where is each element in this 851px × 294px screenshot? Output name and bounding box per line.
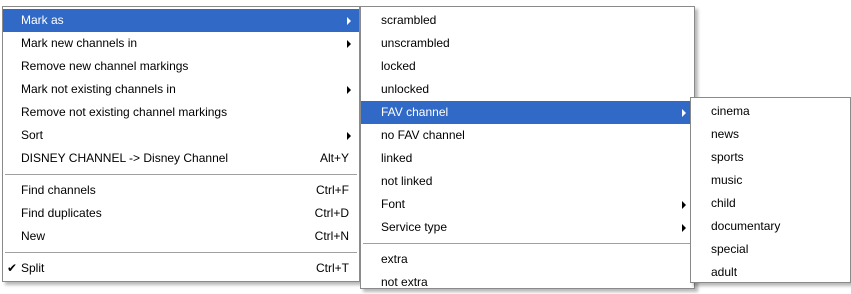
menu-separator <box>5 252 357 253</box>
menu-item-shortcut: Alt+Y <box>319 151 349 165</box>
menu-item-mark-new-channels-in[interactable]: Mark new channels in <box>3 32 359 55</box>
menu-item-not-linked[interactable]: not linked <box>361 170 694 193</box>
submenu-arrow-icon <box>682 109 686 117</box>
menu-item-remove-new-channel-markings[interactable]: Remove new channel markings <box>3 55 359 78</box>
menu-item-no-fav-channel[interactable]: no FAV channel <box>361 124 694 147</box>
menu-item-unlocked[interactable]: unlocked <box>361 78 694 101</box>
menu-item-fav-channel[interactable]: FAV channel <box>361 101 694 124</box>
submenu-arrow-icon <box>682 201 686 209</box>
menu-item-fav-child[interactable]: child <box>691 192 850 215</box>
menu-item-label: Sort <box>21 128 44 142</box>
menu-item-label: New <box>21 229 46 243</box>
menu-item-remove-not-existing-channel-markings[interactable]: Remove not existing channel markings <box>3 101 359 124</box>
menu-item-fav-special[interactable]: special <box>691 238 850 261</box>
menu-item-label: music <box>711 173 743 187</box>
menu-item-label: adult <box>711 265 738 279</box>
menu-item-not-extra[interactable]: not extra <box>361 271 694 294</box>
menu-item-label: no FAV channel <box>381 128 465 142</box>
submenu-arrow-icon <box>347 17 351 25</box>
menu-item-locked[interactable]: locked <box>361 55 694 78</box>
menu-item-label: extra <box>381 252 408 266</box>
menu-item-mark-as[interactable]: Mark as <box>3 9 359 32</box>
menu-item-mark-not-existing-channels-in[interactable]: Mark not existing channels in <box>3 78 359 101</box>
menu-item-unscrambled[interactable]: unscrambled <box>361 32 694 55</box>
menu-item-extra[interactable]: extra <box>361 248 694 271</box>
menu-item-find-channels[interactable]: Find channels Ctrl+F <box>3 179 359 202</box>
menu-item-label: Remove not existing channel markings <box>21 105 228 119</box>
menu-item-fav-cinema[interactable]: cinema <box>691 100 850 123</box>
menu-item-label: documentary <box>711 219 781 233</box>
menu-item-shortcut: Ctrl+N <box>314 229 349 243</box>
menu-item-label: Mark new channels in <box>21 36 138 50</box>
menu-item-label: Service type <box>381 220 448 234</box>
menu-separator <box>363 243 692 244</box>
menu-item-label: not extra <box>381 275 428 289</box>
menu-item-label: FAV channel <box>381 105 449 119</box>
menu-item-label: scrambled <box>381 13 437 27</box>
menu-item-label: unscrambled <box>381 36 450 50</box>
menu-item-label: Mark as <box>21 13 64 27</box>
menu-item-label: unlocked <box>381 82 430 96</box>
menu-separator <box>5 174 357 175</box>
menu-item-label: Split <box>21 261 45 275</box>
submenu-mark-as: scrambled unscrambled locked unlocked FA… <box>360 6 695 289</box>
submenu-arrow-icon <box>682 224 686 232</box>
menu-item-fav-documentary[interactable]: documentary <box>691 215 850 238</box>
menu-item-shortcut: Ctrl+T <box>316 261 349 275</box>
menu-item-find-duplicates[interactable]: Find duplicates Ctrl+D <box>3 202 359 225</box>
menu-item-label: Remove new channel markings <box>21 59 189 73</box>
menu-item-label: DISNEY CHANNEL -> Disney Channel <box>21 151 229 165</box>
menu-item-label: Find channels <box>21 183 96 197</box>
menu-item-label: not linked <box>381 174 433 188</box>
menu-item-label: Mark not existing channels in <box>21 82 176 96</box>
menu-item-split[interactable]: ✔ Split Ctrl+T <box>3 257 359 280</box>
menu-item-label: child <box>711 196 736 210</box>
menu-item-font[interactable]: Font <box>361 193 694 216</box>
submenu-arrow-icon <box>347 132 351 140</box>
menu-item-fav-music[interactable]: music <box>691 169 850 192</box>
menu-item-label: locked <box>381 59 416 73</box>
menu-item-new[interactable]: New Ctrl+N <box>3 225 359 248</box>
menu-item-fav-sports[interactable]: sports <box>691 146 850 169</box>
menu-item-service-type[interactable]: Service type <box>361 216 694 239</box>
submenu-arrow-icon <box>347 40 351 48</box>
menu-item-label: Find duplicates <box>21 206 102 220</box>
menu-item-label: special <box>711 242 749 256</box>
menu-item-rename-channel[interactable]: DISNEY CHANNEL -> Disney Channel Alt+Y <box>3 147 359 170</box>
menu-item-shortcut: Ctrl+F <box>316 183 349 197</box>
menu-item-fav-news[interactable]: news <box>691 123 850 146</box>
menu-item-fav-adult[interactable]: adult <box>691 261 850 284</box>
menu-item-label: sports <box>711 150 744 164</box>
menu-item-label: linked <box>381 151 413 165</box>
submenu-arrow-icon <box>347 86 351 94</box>
submenu-fav-channel: cinema news sports music child documenta… <box>690 97 851 283</box>
menu-item-scrambled[interactable]: scrambled <box>361 9 694 32</box>
context-menu-main: Mark as Mark new channels in Remove new … <box>2 6 360 282</box>
menu-item-linked[interactable]: linked <box>361 147 694 170</box>
menu-item-shortcut: Ctrl+D <box>314 206 349 220</box>
menu-item-label: cinema <box>711 104 750 118</box>
checkmark-icon: ✔ <box>7 261 18 275</box>
menu-item-label: news <box>711 127 740 141</box>
menu-item-sort[interactable]: Sort <box>3 124 359 147</box>
menu-item-label: Font <box>381 197 406 211</box>
